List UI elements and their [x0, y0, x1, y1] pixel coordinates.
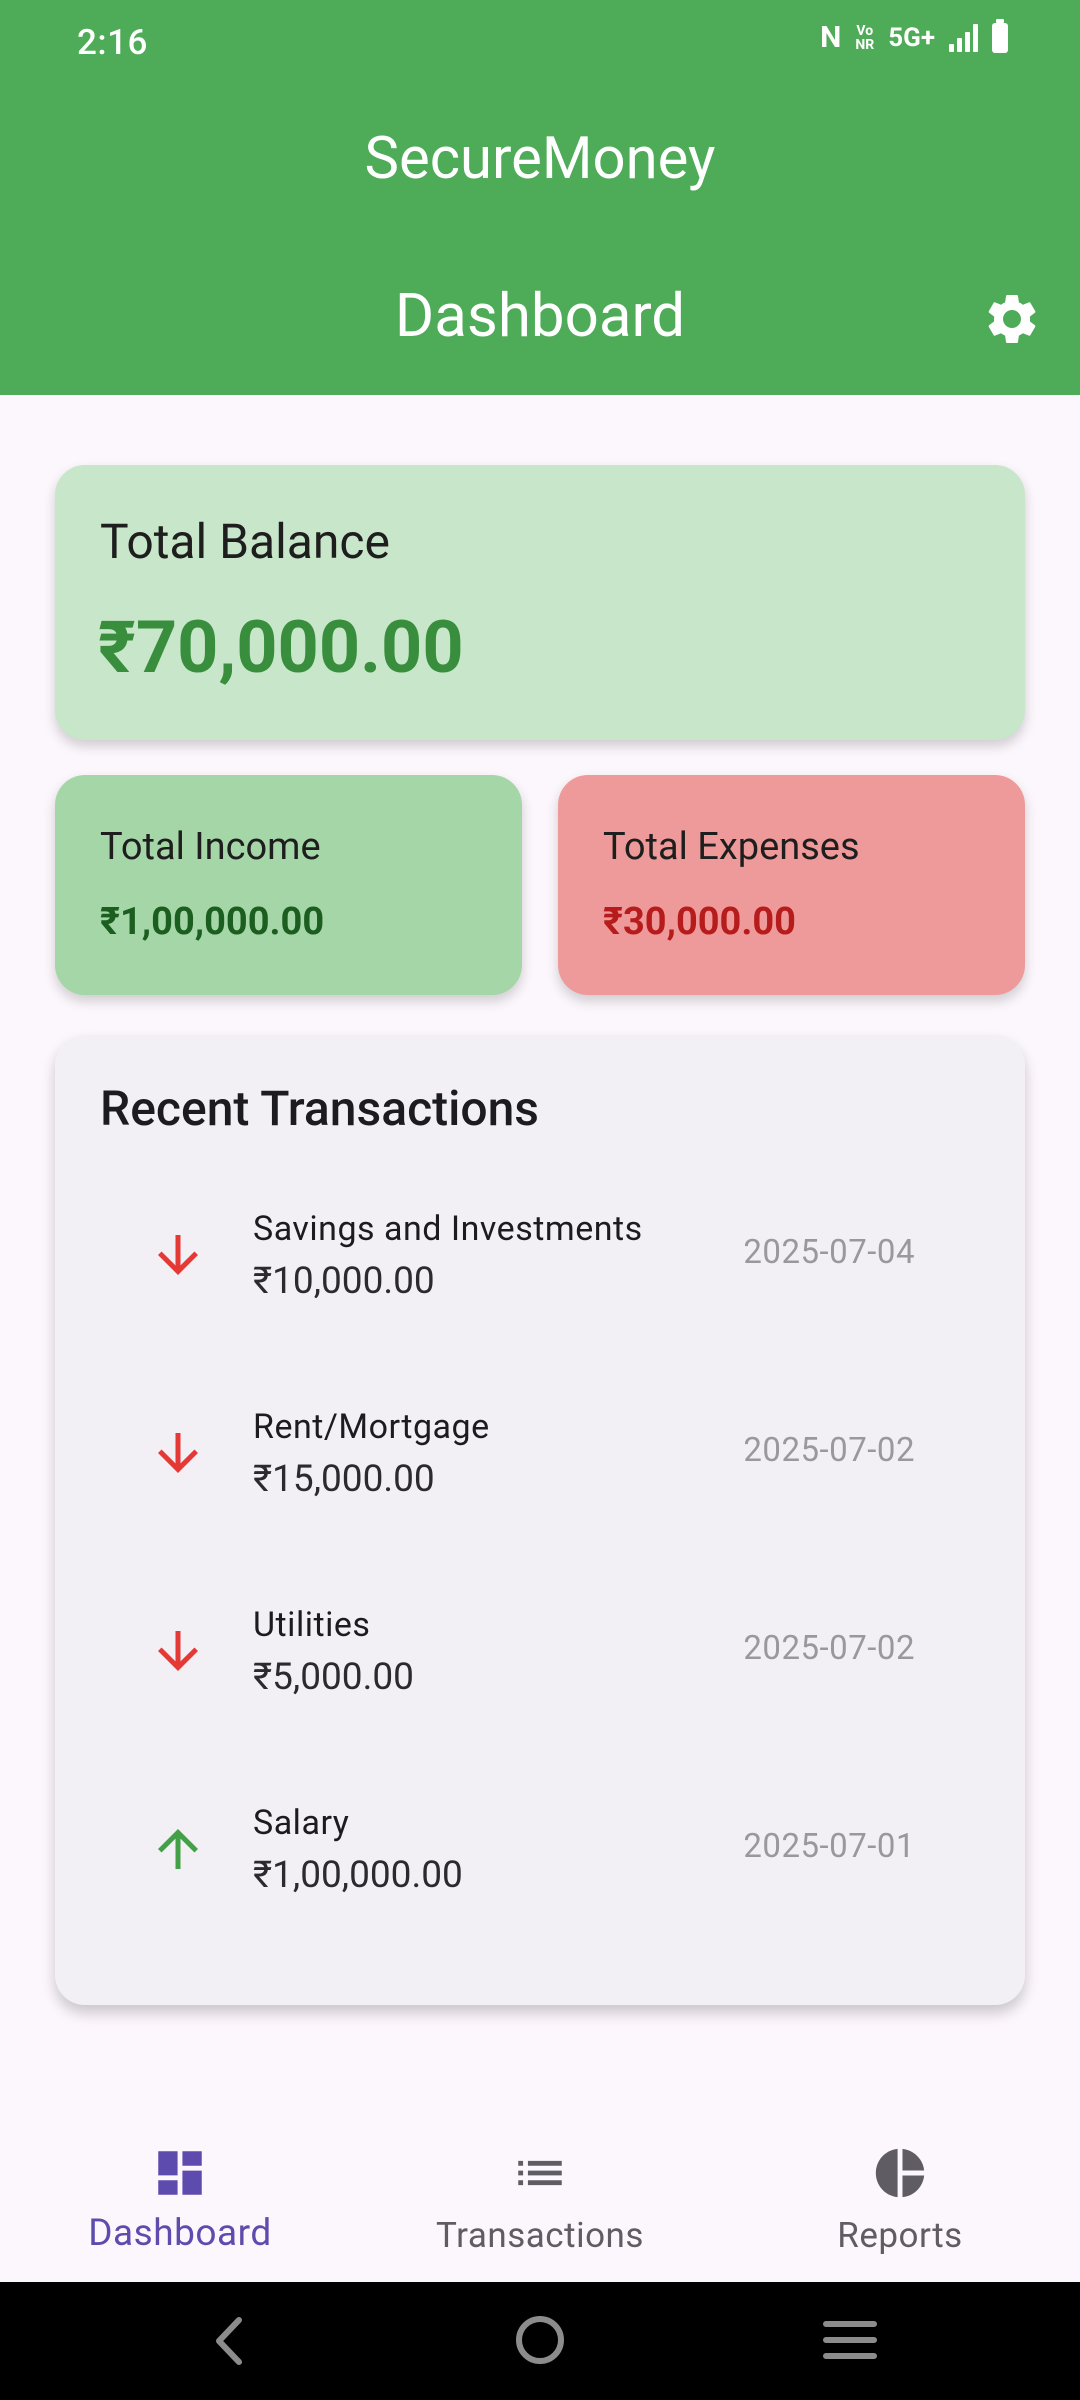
signal-icon: [949, 23, 978, 52]
nfc-icon: N: [820, 20, 842, 55]
vonr-icon: Vo NR: [855, 22, 875, 53]
total-balance-label: Total Balance: [100, 513, 390, 570]
transaction-amount: ₹1,00,000.00: [253, 1854, 463, 1897]
back-icon[interactable]: [205, 2314, 255, 2368]
nav-label-dashboard: Dashboard: [88, 2212, 272, 2255]
gear-icon[interactable]: [982, 289, 1042, 349]
transaction-item[interactable]: Rent/Mortgage ₹15,000.00 2025-07-02: [55, 1363, 1025, 1561]
dashboard-icon: [158, 2151, 202, 2195]
app-bar: 2:16 N Vo NR 5G+ SecureMoney Dashboard: [0, 0, 1080, 395]
arrow-down-icon: [158, 1631, 198, 1671]
arrow-down-icon: [158, 1235, 198, 1275]
nav-item-reports[interactable]: Reports: [720, 2120, 1080, 2282]
list-icon: [518, 2160, 562, 2186]
total-expenses-label: Total Expenses: [603, 825, 860, 869]
battery-icon: [992, 18, 1008, 53]
app-title: SecureMoney: [364, 125, 716, 193]
bottom-navigation: Dashboard Transactions Reports: [0, 2120, 1080, 2282]
total-income-card: Total Income ₹1,00,000.00: [55, 775, 522, 995]
transaction-amount: ₹10,000.00: [253, 1260, 435, 1303]
transaction-date: 2025-07-02: [743, 1431, 915, 1470]
transaction-item[interactable]: Utilities ₹5,000.00 2025-07-02: [55, 1561, 1025, 1759]
system-navigation-bar: [0, 2282, 1080, 2400]
transaction-name: Utilities: [253, 1605, 371, 1645]
transaction-amount: ₹15,000.00: [253, 1458, 435, 1501]
transaction-date: 2025-07-01: [743, 1827, 915, 1866]
total-balance-value: ₹70,000.00: [98, 605, 464, 690]
total-expenses-value: ₹30,000.00: [603, 900, 796, 944]
transaction-date: 2025-07-04: [743, 1233, 915, 1272]
menu-icon[interactable]: [822, 2316, 878, 2364]
nav-label-reports: Reports: [837, 2215, 963, 2256]
network-type: 5G+: [888, 22, 935, 53]
total-expenses-card: Total Expenses ₹30,000.00: [558, 775, 1025, 995]
arrow-down-icon: [158, 1433, 198, 1473]
transaction-name: Salary: [253, 1803, 350, 1843]
pie-chart-icon: [875, 2148, 925, 2198]
recent-transactions-card: Recent Transactions Savings and Investme…: [55, 1035, 1025, 2005]
home-icon[interactable]: [514, 2314, 566, 2366]
transaction-amount: ₹5,000.00: [253, 1656, 414, 1699]
status-time: 2:16: [77, 22, 148, 63]
page-title: Dashboard: [394, 280, 686, 351]
arrow-up-icon: [158, 1829, 198, 1869]
transaction-name: Savings and Investments: [253, 1209, 643, 1249]
transaction-name: Rent/Mortgage: [253, 1407, 490, 1447]
nav-item-transactions[interactable]: Transactions: [360, 2120, 720, 2282]
transaction-item[interactable]: Savings and Investments ₹10,000.00 2025-…: [55, 1165, 1025, 1363]
status-icons: N Vo NR 5G+: [820, 18, 1008, 55]
total-balance-card: Total Balance ₹70,000.00: [55, 465, 1025, 740]
total-income-value: ₹1,00,000.00: [100, 900, 325, 944]
recent-transactions-title: Recent Transactions: [100, 1080, 540, 1137]
nav-label-transactions: Transactions: [436, 2215, 644, 2256]
transaction-date: 2025-07-02: [743, 1629, 915, 1668]
nav-item-dashboard[interactable]: Dashboard: [0, 2120, 360, 2282]
total-income-label: Total Income: [100, 825, 321, 869]
transaction-item[interactable]: Salary ₹1,00,000.00 2025-07-01: [55, 1759, 1025, 1957]
